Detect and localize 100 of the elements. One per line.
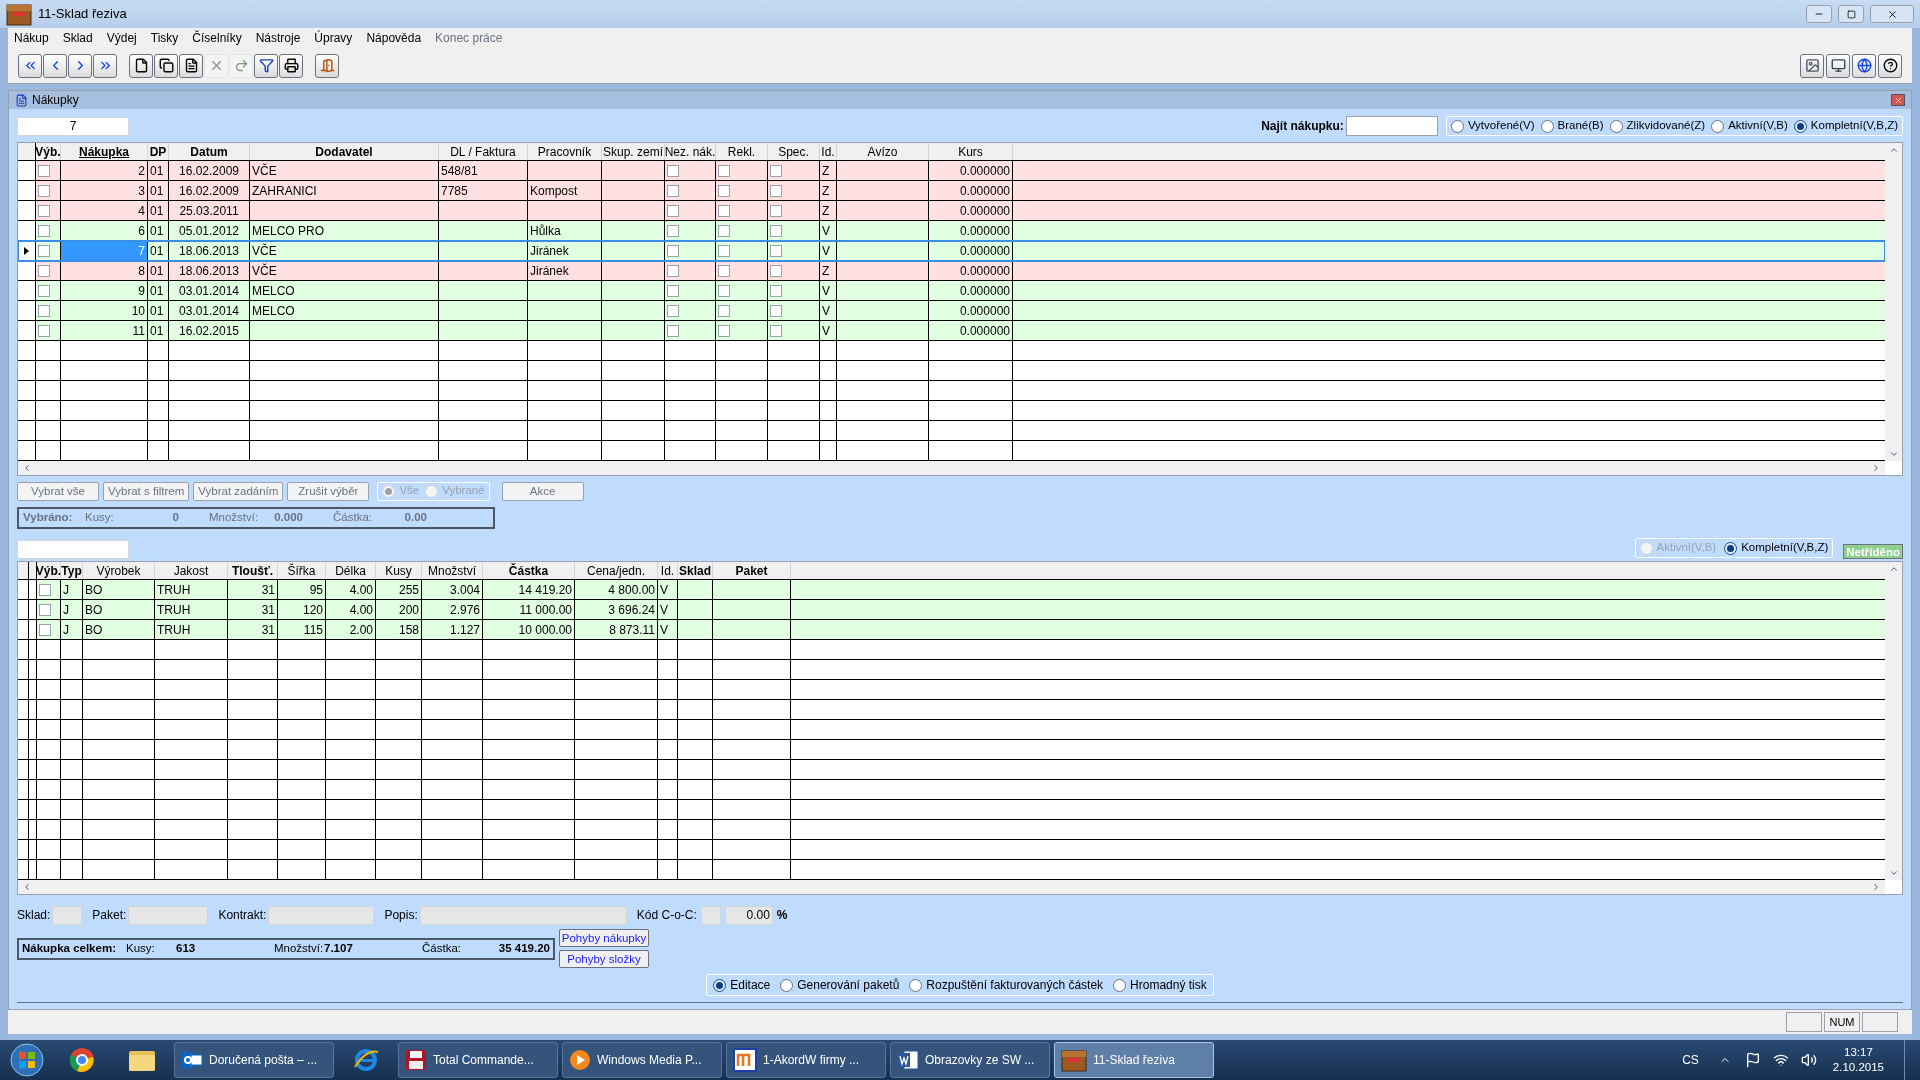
radio-option[interactable]: Zlikvidované(Z) [1609, 117, 1706, 135]
coc-field[interactable] [700, 905, 721, 925]
horizontal-scrollbar[interactable] [18, 461, 1885, 475]
row-header[interactable] [18, 201, 36, 220]
radio-option[interactable]: Vytvořené(V) [1450, 117, 1535, 135]
checkbox[interactable] [667, 244, 679, 257]
scroll-up-icon[interactable] [1888, 564, 1899, 574]
checkbox[interactable] [667, 224, 679, 237]
checkbox[interactable] [770, 244, 782, 257]
checkbox[interactable] [667, 164, 679, 177]
checkbox[interactable] [770, 204, 782, 217]
column-header[interactable]: Datum [169, 143, 250, 160]
checkbox[interactable] [718, 264, 730, 277]
row-header[interactable] [18, 580, 29, 599]
monitor-button[interactable] [1826, 53, 1850, 78]
table-row[interactable]: 10 01 03.01.2014 MELCO V 0.000000 [18, 301, 1885, 321]
find-field[interactable] [1345, 116, 1438, 136]
vertical-scrollbar[interactable] [1885, 143, 1902, 461]
table-row[interactable]: 8 01 18.06.2013 VČE Jiránek Z 0.000000 [18, 261, 1885, 281]
table-row[interactable]: J BO TRUH 31 120 4.00 200 2.976 11 000.00 3 696.24 V [18, 600, 1885, 620]
copy-button[interactable] [154, 53, 178, 78]
print-button[interactable] [279, 53, 303, 78]
menu-item[interactable]: Tisky [150, 29, 179, 47]
table-row[interactable]: J BO TRUH 31 115 2.00 158 1.127 10 000.00 8 873.11 V [18, 620, 1885, 640]
checkbox[interactable] [718, 304, 730, 317]
checkbox[interactable] [770, 264, 782, 277]
filter-button[interactable] [254, 53, 278, 78]
checkbox[interactable] [38, 204, 50, 217]
column-header[interactable]: Jakost [155, 562, 228, 579]
radio-option[interactable]: Hromadný tisk [1113, 976, 1207, 994]
checkbox[interactable] [770, 164, 782, 177]
column-header[interactable]: Cena/jedn. [575, 562, 658, 579]
volume-icon[interactable] [1800, 1052, 1817, 1068]
maximize-button[interactable] [1838, 5, 1864, 23]
minimize-button[interactable] [1806, 5, 1832, 23]
detail-field[interactable] [52, 905, 83, 925]
column-header[interactable]: Id. [658, 562, 678, 579]
history-button[interactable]: Pohyby složky [559, 950, 649, 968]
checkbox[interactable] [718, 224, 730, 237]
search-field[interactable]: 7 [17, 116, 129, 136]
scroll-left-icon[interactable] [22, 463, 32, 473]
checkbox[interactable] [667, 304, 679, 317]
last-button[interactable] [93, 53, 117, 78]
history-button[interactable]: Pohyby nákupky [559, 929, 649, 947]
menu-item[interactable]: Úpravy [314, 29, 353, 47]
column-header[interactable]: Spec. [768, 143, 820, 160]
close-button[interactable] [1891, 94, 1905, 106]
column-header[interactable]: Dodavatel [250, 143, 439, 160]
column-header[interactable]: Výrobek [83, 562, 155, 579]
checkbox[interactable] [718, 244, 730, 257]
menu-item[interactable]: Nástroje [255, 29, 301, 47]
checkbox[interactable] [38, 164, 50, 177]
detail-field[interactable] [128, 905, 209, 925]
flag-icon[interactable] [1744, 1052, 1761, 1068]
checkbox[interactable] [718, 164, 730, 177]
column-header[interactable]: Id. [820, 143, 837, 160]
checkbox[interactable] [667, 264, 679, 277]
checkbox[interactable] [38, 324, 50, 337]
taskbar-button[interactable]: Total Commande... [398, 1042, 558, 1078]
language-indicator[interactable]: CS [1682, 1051, 1699, 1069]
checkbox[interactable] [667, 204, 679, 217]
column-header[interactable]: Tloušť. [228, 562, 278, 579]
horizontal-scrollbar[interactable] [18, 880, 1885, 894]
row-header[interactable] [29, 580, 37, 599]
table-row[interactable]: 3 01 16.02.2009 ZAHRANICI 7785 Kompost Z 0.000000 [18, 181, 1885, 201]
column-header[interactable]: Paket [713, 562, 791, 579]
radio-option[interactable]: Brané(B) [1540, 117, 1604, 135]
row-header[interactable] [18, 620, 29, 639]
table-row[interactable]: 11 01 16.02.2015 V 0.000000 [18, 321, 1885, 341]
previous-button[interactable] [43, 53, 67, 78]
checkbox[interactable] [38, 224, 50, 237]
items-search-field[interactable] [17, 540, 129, 559]
radio-option[interactable]: Kompletní(V,B,Z) [1724, 539, 1829, 557]
coc-value-field[interactable]: 0.00 [724, 905, 773, 925]
checkbox[interactable] [39, 603, 51, 616]
column-header[interactable]: Pracovník [528, 143, 602, 160]
scroll-down-icon[interactable] [1888, 868, 1899, 878]
row-header[interactable] [18, 241, 36, 260]
row-header[interactable] [18, 181, 36, 200]
detail-field[interactable] [268, 905, 375, 925]
row-header[interactable] [18, 600, 29, 619]
column-header[interactable]: Rekl. [716, 143, 768, 160]
clock[interactable]: 13:17 2.10.2015 [1832, 1045, 1884, 1075]
column-header[interactable]: Avízo [837, 143, 929, 160]
column-header[interactable]: Částka [483, 562, 575, 579]
column-header[interactable]: Výb. [37, 562, 61, 579]
column-header[interactable]: Kurs [929, 143, 1013, 160]
scroll-right-icon[interactable] [1871, 463, 1881, 473]
checkbox[interactable] [770, 224, 782, 237]
column-header[interactable]: Nákupka [61, 143, 148, 160]
menu-item[interactable]: Číselníky [192, 29, 242, 47]
scroll-left-icon[interactable] [22, 882, 32, 892]
column-header[interactable]: Délka [326, 562, 376, 579]
globe-button[interactable] [1852, 53, 1876, 78]
checkbox[interactable] [38, 184, 50, 197]
radio-option[interactable]: Kompletní(V,B,Z) [1793, 117, 1898, 135]
help-button[interactable] [1878, 53, 1902, 78]
checkbox[interactable] [38, 284, 50, 297]
next-button[interactable] [68, 53, 92, 78]
table-row[interactable]: 7 01 18.06.2013 VČE Jiránek V 0.000000 [18, 241, 1885, 261]
